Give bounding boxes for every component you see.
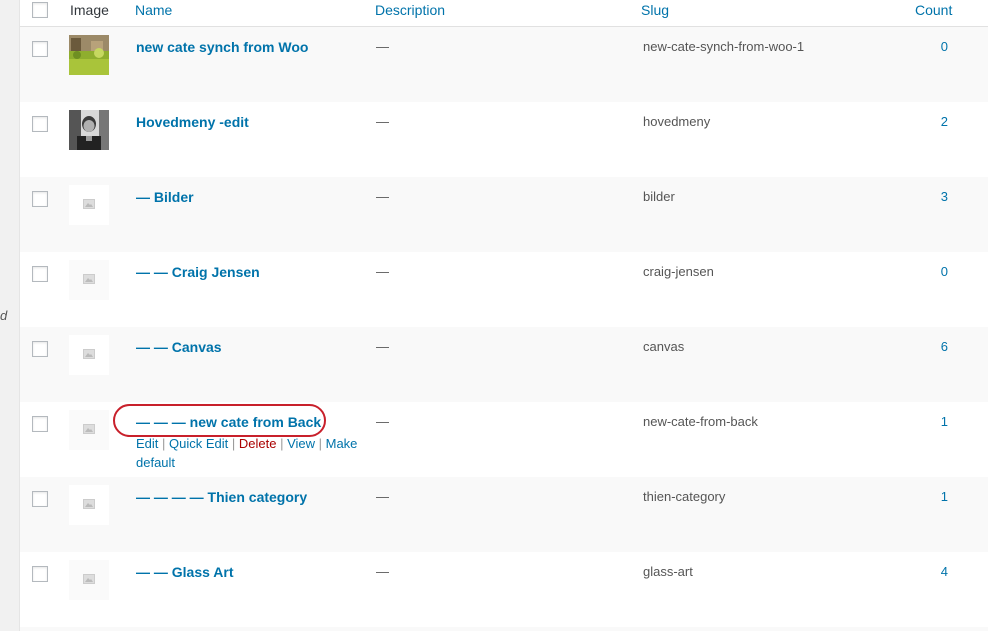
column-header-count[interactable]: Count <box>915 1 952 19</box>
category-name-link[interactable]: — Bilder <box>136 188 194 206</box>
row-actions: Edit | Quick Edit | Delete | View | Make… <box>136 434 376 472</box>
category-thumbnail <box>69 260 109 300</box>
row-checkbox[interactable] <box>32 341 48 357</box>
category-thumbnail <box>69 560 109 600</box>
table-row: — — Glass Art — glass-art 4 <box>20 552 988 627</box>
category-name-link[interactable]: — — Canvas <box>136 338 222 356</box>
category-name-link[interactable]: Hovedmeny -edit <box>136 113 249 131</box>
category-slug: new-cate-from-back <box>643 414 758 429</box>
table-header: Image Name Description Slug Count <box>20 0 988 27</box>
category-slug: bilder <box>643 189 675 204</box>
garden-photo-icon <box>69 35 109 75</box>
category-description: — <box>376 189 389 204</box>
table-row: — — — — Thien category — thien-category … <box>20 477 988 552</box>
highlight-annotation-circle <box>113 404 326 437</box>
action-separator: | <box>276 436 288 451</box>
category-name-link[interactable]: — — — — Thien category <box>136 488 307 506</box>
column-header-slug[interactable]: Slug <box>641 1 669 19</box>
category-description: — <box>376 264 389 279</box>
delete-link[interactable]: Delete <box>239 436 277 451</box>
row-checkbox[interactable] <box>32 191 48 207</box>
category-slug: glass-art <box>643 564 693 579</box>
category-count-link[interactable]: 1 <box>920 489 948 504</box>
category-count-link[interactable]: 1 <box>920 414 948 429</box>
category-thumbnail <box>69 110 109 150</box>
row-checkbox[interactable] <box>32 266 48 282</box>
category-slug: new-cate-synch-from-woo-1 <box>643 39 805 54</box>
view-link[interactable]: View <box>287 436 315 451</box>
sidebar-truncated-text: d <box>0 308 8 323</box>
quick-edit-link[interactable]: Quick Edit <box>169 436 228 451</box>
category-count-link[interactable]: 0 <box>920 264 948 279</box>
category-thumbnail <box>69 185 109 225</box>
edit-link[interactable]: Edit <box>136 436 158 451</box>
category-slug: thien-category <box>643 489 726 504</box>
column-header-name[interactable]: Name <box>135 1 172 19</box>
category-thumbnail <box>69 35 109 75</box>
category-count-link[interactable]: 0 <box>920 39 948 54</box>
table-row: — — Craig Jensen — craig-jensen 0 <box>20 252 988 327</box>
category-description: — <box>376 489 389 504</box>
category-description: — <box>376 414 389 429</box>
category-name-link[interactable]: new cate synch from Woo <box>136 38 308 56</box>
action-separator: | <box>158 436 170 451</box>
category-slug: hovedmeny <box>643 114 711 129</box>
category-thumbnail <box>69 410 109 450</box>
person-photo-icon <box>69 110 109 150</box>
select-all-checkbox[interactable] <box>32 2 48 18</box>
row-checkbox[interactable] <box>32 491 48 507</box>
table-bottom-strip <box>20 627 988 631</box>
category-count-link[interactable]: 6 <box>920 339 948 354</box>
categories-table: Image Name Description Slug Count new ca… <box>19 0 988 631</box>
table-row: — — Canvas — canvas 6 <box>20 327 988 402</box>
category-count-link[interactable]: 3 <box>920 189 948 204</box>
category-count-link[interactable]: 4 <box>920 564 948 579</box>
image-placeholder-icon <box>83 199 95 209</box>
category-thumbnail <box>69 335 109 375</box>
category-description: — <box>376 39 389 54</box>
table-row: — Bilder — bilder 3 <box>20 177 988 252</box>
row-checkbox[interactable] <box>32 41 48 57</box>
image-placeholder-icon <box>83 574 95 584</box>
action-separator: | <box>228 436 239 451</box>
category-name-link[interactable]: — — Craig Jensen <box>136 263 260 281</box>
category-description: — <box>376 564 389 579</box>
image-placeholder-icon <box>83 349 95 359</box>
category-name-link[interactable]: — — Glass Art <box>136 563 234 581</box>
category-slug: canvas <box>643 339 685 354</box>
category-description: — <box>376 114 389 129</box>
category-description: — <box>376 339 389 354</box>
image-placeholder-icon <box>83 499 95 509</box>
row-checkbox[interactable] <box>32 116 48 132</box>
image-placeholder-icon <box>83 424 95 434</box>
column-header-image: Image <box>70 2 109 18</box>
row-checkbox[interactable] <box>32 566 48 582</box>
action-separator: | <box>315 436 326 451</box>
image-placeholder-icon <box>83 274 95 284</box>
table-row: new cate synch from Woo — new-cate-synch… <box>20 27 988 102</box>
column-header-description[interactable]: Description <box>375 1 445 19</box>
category-slug: craig-jensen <box>643 264 714 279</box>
table-row: Hovedmeny -edit — hovedmeny 2 <box>20 102 988 177</box>
category-thumbnail <box>69 485 109 525</box>
category-count-link[interactable]: 2 <box>920 114 948 129</box>
row-checkbox[interactable] <box>32 416 48 432</box>
